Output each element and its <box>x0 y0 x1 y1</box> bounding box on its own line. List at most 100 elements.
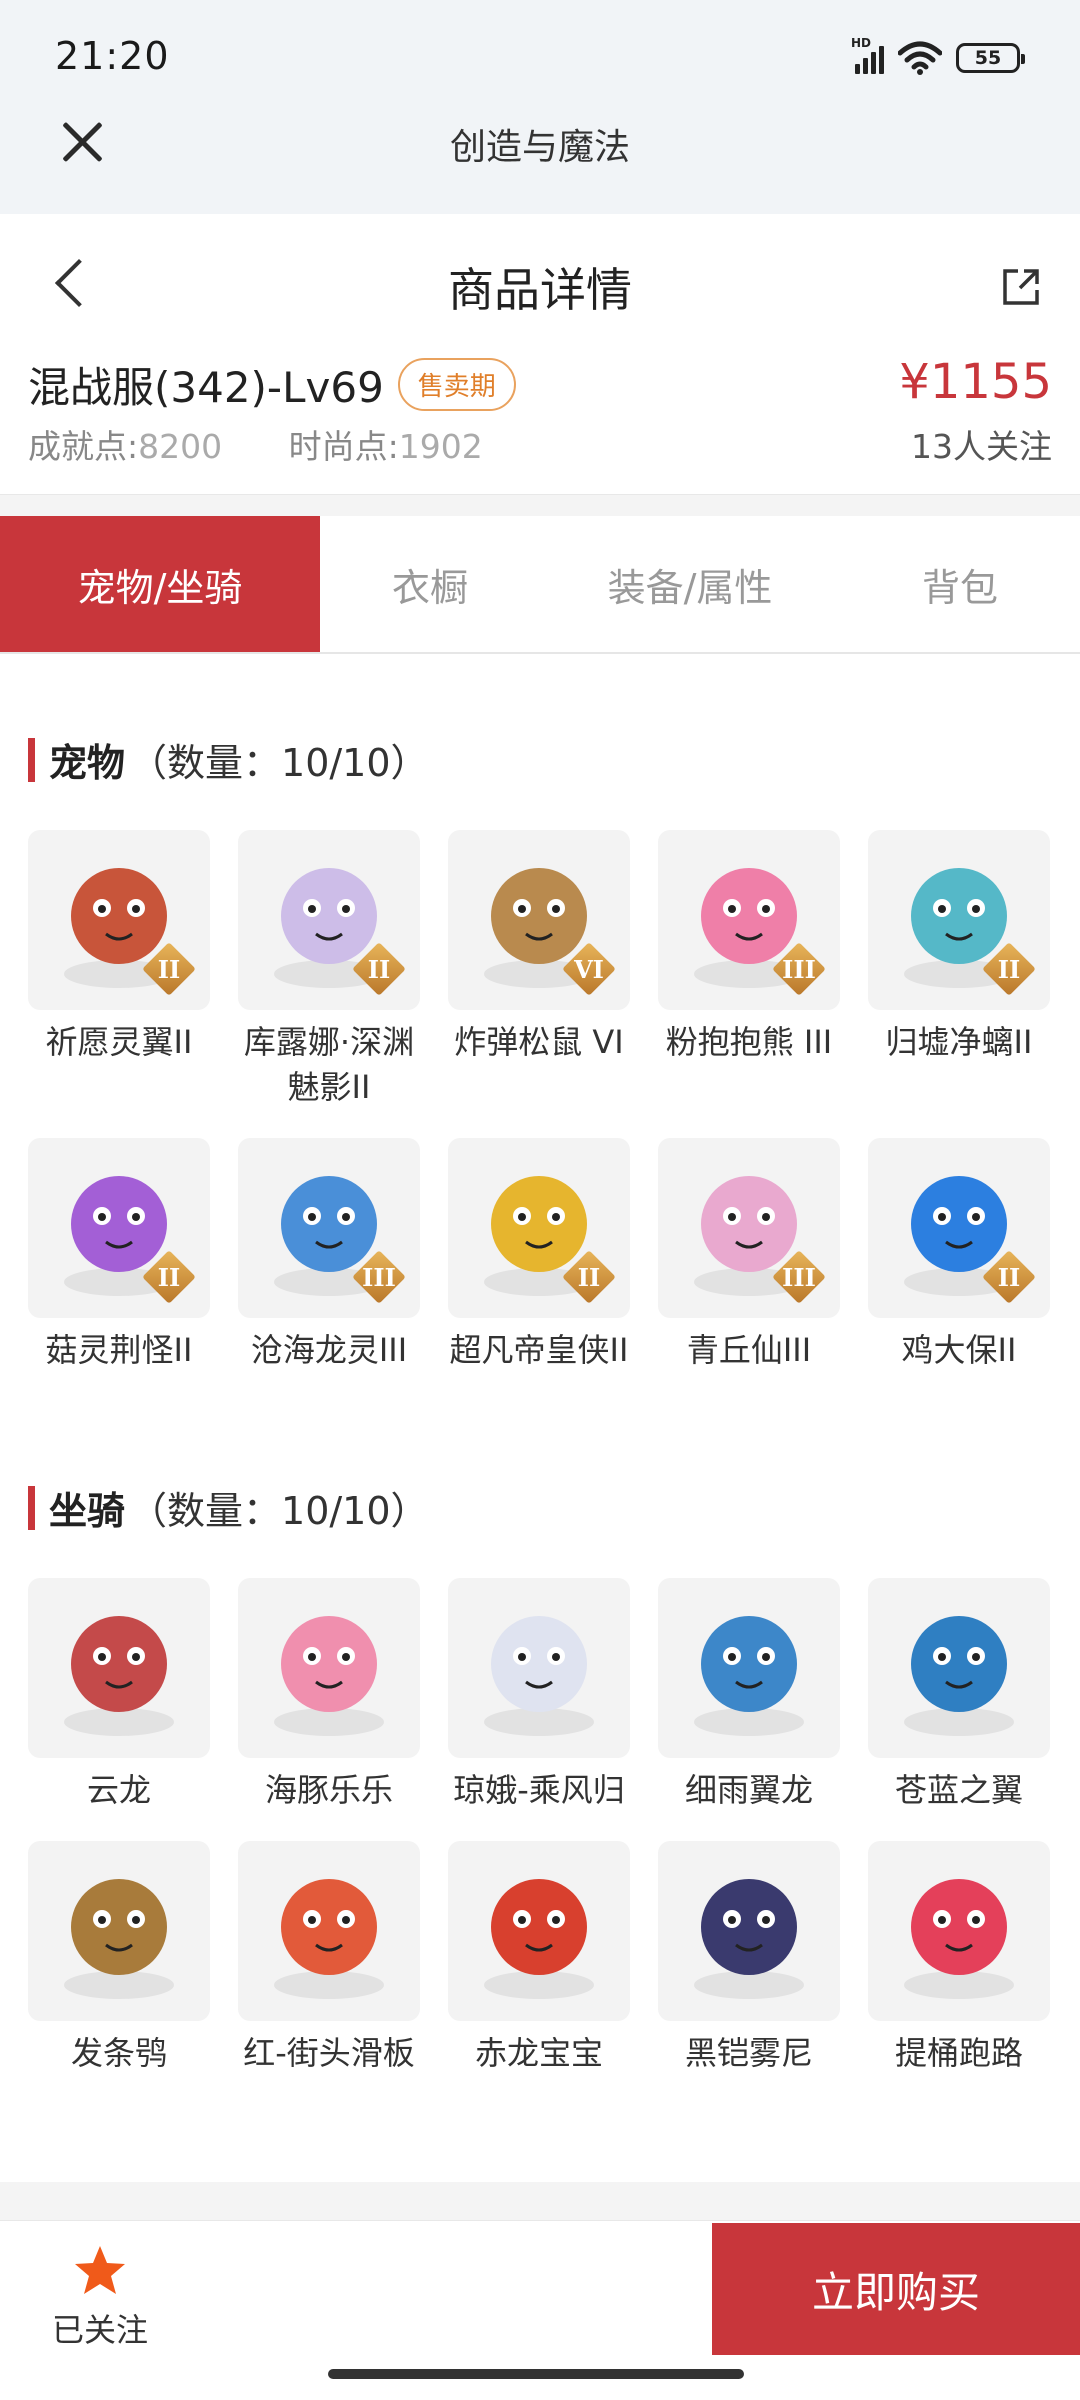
mount-thumbnail <box>28 1841 210 2021</box>
pet-item[interactable]: III 沧海龙灵III <box>238 1138 420 1373</box>
mount-thumbnail <box>868 1841 1050 2021</box>
level-badge: II <box>142 1250 196 1304</box>
tab-bar: 宠物/坐骑 衣橱 装备/属性 背包 <box>0 516 1080 654</box>
pet-thumbnail: II <box>868 1138 1050 1318</box>
mount-item[interactable]: 细雨翼龙 <box>658 1578 840 1813</box>
level-badge: II <box>352 942 406 996</box>
level-badge: III <box>772 1250 826 1304</box>
signal-icon: HD <box>851 36 884 74</box>
pet-thumbnail: II <box>868 830 1050 1010</box>
mount-name: 提桶跑路 <box>894 2034 1023 2072</box>
mount-thumbnail <box>238 1578 420 1758</box>
buy-now-button[interactable]: 立即购买 <box>712 2223 1080 2355</box>
item-stats: 成就点:8200 时尚点:1902 <box>28 420 539 468</box>
mount-image <box>904 1879 1014 1999</box>
follower-count: 13人关注 <box>911 427 1052 466</box>
divider <box>0 2182 1080 2220</box>
mount-name: 赤龙宝宝 <box>474 2034 603 2072</box>
pet-item[interactable]: VI 炸弹松鼠 VI <box>448 830 630 1110</box>
bottom-action-bar: 已关注 立即购买 <box>0 2220 1080 2400</box>
mount-image <box>484 1616 594 1736</box>
pet-thumbnail: III <box>658 1138 840 1318</box>
share-icon[interactable] <box>1000 266 1042 308</box>
mount-item[interactable]: 琼娥-乘风归 <box>448 1578 630 1813</box>
pet-name: 祈愿灵翼II <box>45 1023 193 1061</box>
mount-item[interactable]: 红-街头滑板 <box>238 1841 420 2076</box>
mount-image <box>274 1616 384 1736</box>
mount-name: 海豚乐乐 <box>264 1771 393 1809</box>
pet-item[interactable]: II 库露娜·深渊魅影II <box>238 830 420 1110</box>
mount-name: 云龙 <box>86 1771 151 1809</box>
follow-button[interactable]: 已关注 <box>40 2243 160 2351</box>
section-count: （数量：10/10） <box>129 741 429 785</box>
mount-thumbnail <box>448 1841 630 2021</box>
tab-backpack[interactable]: 背包 <box>840 516 1080 652</box>
mount-thumbnail <box>868 1578 1050 1758</box>
mount-item[interactable]: 苍蓝之翼 <box>868 1578 1050 1813</box>
level-badge: II <box>562 1250 616 1304</box>
mount-name: 发条鸮 <box>70 2034 167 2072</box>
mount-image <box>64 1616 174 1736</box>
section-label: 宠物 <box>49 741 126 785</box>
pet-name: 菇灵荆怪II <box>45 1331 193 1369</box>
app-title: 创造与魔法 <box>449 127 630 168</box>
level-badge: III <box>352 1250 406 1304</box>
mount-name: 琼娥-乘风归 <box>453 1771 625 1809</box>
tab-equipment[interactable]: 装备/属性 <box>540 516 840 652</box>
level-badge: II <box>982 942 1036 996</box>
mount-item[interactable]: 云龙 <box>28 1578 210 1813</box>
mount-image <box>694 1879 804 1999</box>
pet-name: 炸弹松鼠 VI <box>454 1023 624 1061</box>
level-badge: II <box>142 942 196 996</box>
pet-thumbnail: II <box>238 830 420 1010</box>
pet-name: 青丘仙III <box>686 1331 812 1369</box>
pet-thumbnail: III <box>658 830 840 1010</box>
pet-name: 鸡大保II <box>901 1331 1017 1369</box>
pet-item[interactable]: III 粉抱抱熊 III <box>658 830 840 1110</box>
mount-image <box>694 1616 804 1736</box>
pet-item[interactable]: II 超凡帝皇侠II <box>448 1138 630 1373</box>
mount-item[interactable]: 海豚乐乐 <box>238 1578 420 1813</box>
follow-label: 已关注 <box>51 2311 148 2349</box>
star-icon <box>75 2246 125 2294</box>
tab-pets-mounts[interactable]: 宠物/坐骑 <box>0 516 320 652</box>
pet-item[interactable]: II 祈愿灵翼II <box>28 830 210 1110</box>
level-badge: III <box>772 942 826 996</box>
level-badge: II <box>982 1250 1036 1304</box>
pet-item[interactable]: II 菇灵荆怪II <box>28 1138 210 1373</box>
divider <box>0 494 1080 516</box>
level-badge: VI <box>562 942 616 996</box>
mount-name: 细雨翼龙 <box>684 1771 813 1809</box>
status-time: 21:20 <box>55 34 170 78</box>
tab-wardrobe[interactable]: 衣橱 <box>320 516 540 652</box>
mount-image <box>904 1616 1014 1736</box>
pet-thumbnail: II <box>28 1138 210 1318</box>
pets-section-title: 宠物 （数量：10/10） <box>28 732 429 787</box>
mount-item[interactable]: 提桶跑路 <box>868 1841 1050 2076</box>
product-header: 商品详情 混战服(342)-Lv69 售卖期 成就点:8200 时尚点:1902… <box>0 214 1080 494</box>
mount-item[interactable]: 黑铠雾尼 <box>658 1841 840 2076</box>
pet-item[interactable]: II 鸡大保II <box>868 1138 1050 1373</box>
mount-image <box>484 1879 594 1999</box>
pet-item[interactable]: II 归墟净螭II <box>868 830 1050 1110</box>
mount-name: 红-街头滑板 <box>243 2034 415 2072</box>
pet-thumbnail: II <box>28 830 210 1010</box>
mount-thumbnail <box>658 1841 840 2021</box>
section-count: （数量：10/10） <box>129 1489 429 1533</box>
section-accent <box>28 1485 35 1530</box>
pet-name: 粉抱抱熊 III <box>665 1023 833 1061</box>
pet-thumbnail: III <box>238 1138 420 1318</box>
pet-thumbnail: II <box>448 1138 630 1318</box>
pet-name: 超凡帝皇侠II <box>449 1331 629 1369</box>
pet-item[interactable]: III 青丘仙III <box>658 1138 840 1373</box>
page-title: 商品详情 <box>448 263 632 317</box>
status-badge: 售卖期 <box>397 358 516 411</box>
mount-item[interactable]: 赤龙宝宝 <box>448 1841 630 2076</box>
mount-item[interactable]: 发条鸮 <box>28 1841 210 2076</box>
item-title: 混战服(342)-Lv69 售卖期 <box>28 354 516 415</box>
home-indicator[interactable] <box>328 2369 744 2379</box>
mount-name: 黑铠雾尼 <box>684 2034 813 2072</box>
section-accent <box>28 737 35 782</box>
mount-image <box>274 1879 384 1999</box>
pet-thumbnail: VI <box>448 830 630 1010</box>
